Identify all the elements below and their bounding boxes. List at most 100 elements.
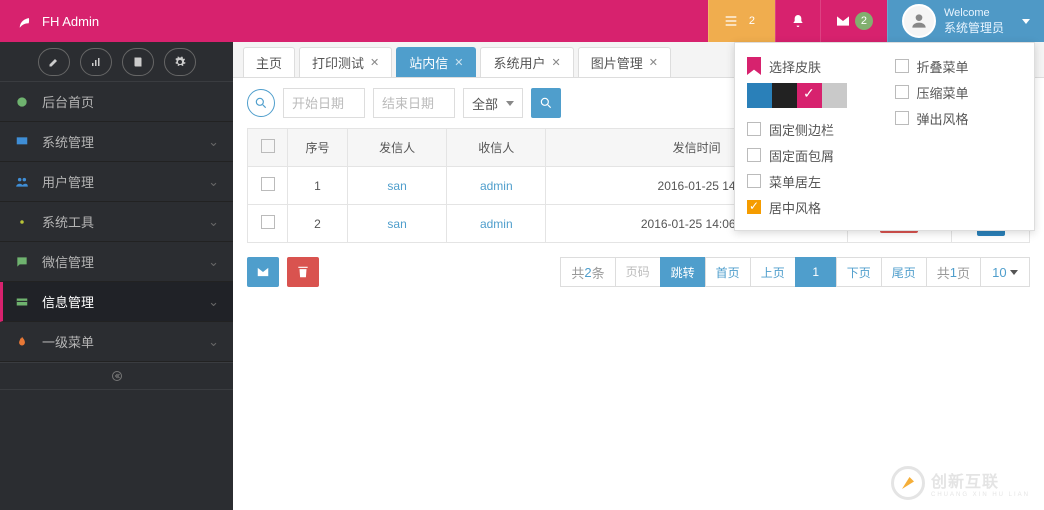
sidebar-item-label: 用户管理 [42,172,94,191]
pager-first[interactable]: 首页 [705,257,751,287]
chevrons-left-icon [105,370,129,382]
sidebar-menu: 后台首页系统管理⌄用户管理⌄系统工具⌄微信管理⌄信息管理⌄一级菜单⌄ [0,82,233,362]
cell-to[interactable]: admin [447,167,546,205]
sidebar-item-label: 一级菜单 [42,332,94,351]
checkbox-icon[interactable] [261,215,275,229]
bell-icon [790,13,806,29]
end-date-input[interactable] [373,88,455,118]
shortcut-stats[interactable] [80,48,112,76]
skin-swatches [747,83,875,108]
tab-3[interactable]: 系统用户✕ [480,47,573,77]
search-button[interactable] [531,88,561,118]
opt-fixed-breadcrumb[interactable]: 固定面包屑 [747,142,875,168]
shortcut-edit[interactable] [38,48,70,76]
chat-icon [14,254,30,270]
sidebar-item-label: 微信管理 [42,252,94,271]
opt-collapse-menu[interactable]: 折叠菜单 [895,53,1023,79]
col-3: 收信人 [447,129,546,167]
sidebar-item-3[interactable]: 系统工具 ⌄ [0,202,233,242]
opt-compact-menu[interactable]: 压缩菜单 [895,79,1023,105]
alerts-button[interactable] [775,0,820,42]
chevron-down-icon: ⌄ [208,254,219,270]
settings-col-left: 选择皮肤 固定侧边栏 固定面包屑 菜单居左 居中风格 [747,53,875,220]
tab-label: 主页 [256,53,282,72]
sidebar-item-label: 信息管理 [42,292,94,311]
tab-label: 打印测试 [312,53,364,72]
sidebar-item-label: 系统工具 [42,212,94,231]
close-icon[interactable]: ✕ [649,56,658,69]
close-icon[interactable]: ✕ [370,56,379,69]
sidebar-item-4[interactable]: 微信管理 ⌄ [0,242,233,282]
cell-from[interactable]: san [348,205,447,243]
tab-label: 站内信 [409,53,448,72]
messages-button[interactable]: 2 [820,0,887,42]
sidebar-item-1[interactable]: 系统管理⌄ [0,122,233,162]
tab-4[interactable]: 图片管理✕ [578,47,671,77]
refresh-button[interactable] [247,89,275,117]
chevron-down-icon: ⌄ [208,174,219,190]
checkbox-icon [747,174,761,188]
checkbox-icon [895,111,909,125]
tasks-button[interactable]: 2 [708,0,775,42]
swatch-blue[interactable] [747,83,772,108]
sidebar-item-label: 后台首页 [42,92,94,111]
avatar [902,4,936,38]
pager-page-input[interactable] [615,257,661,287]
start-date-input[interactable] [283,88,365,118]
checkbox-icon [747,122,761,136]
compose-button[interactable] [247,257,279,287]
chevron-down-icon: ⌄ [208,214,219,230]
chevron-down-icon [1022,19,1030,24]
close-icon[interactable]: ✕ [552,56,561,69]
checkbox-icon[interactable] [261,177,275,191]
tab-2[interactable]: 站内信 ✕ [396,47,476,77]
book-icon [132,56,144,68]
users-icon [14,174,30,190]
cell-from[interactable]: san [348,167,447,205]
gear-icon [174,56,186,68]
shortcut-book[interactable] [122,48,154,76]
sidebar-item-2[interactable]: 用户管理 ⌄ [0,162,233,202]
tab-0[interactable]: 主页 [243,47,295,77]
bookmark-icon [747,57,761,75]
tab-1[interactable]: 打印测试 ✕ [299,47,392,77]
sidebar-item-5[interactable]: 信息管理⌄ [0,282,233,322]
opt-fixed-sidebar[interactable]: 固定侧边栏 [747,116,875,142]
list-icon [723,13,739,29]
chevron-down-icon: ⌄ [208,134,219,150]
desk-icon [14,134,30,150]
cell-no: 1 [288,167,348,205]
sidebar-collapse[interactable] [0,362,233,390]
checkbox-icon [895,85,909,99]
delete-button[interactable] [287,257,319,287]
cell-to[interactable]: admin [447,205,546,243]
pager-jump[interactable]: 跳转 [660,257,706,287]
pager-size-select[interactable]: 10 [980,257,1030,287]
shortcut-settings[interactable] [164,48,196,76]
skin-label: 选择皮肤 [769,57,821,76]
opt-popup-style[interactable]: 弹出风格 [895,105,1023,131]
close-icon[interactable]: ✕ [454,56,463,69]
pager-prev[interactable]: 上页 [750,257,796,287]
envelope-icon [256,265,270,279]
sidebar-item-6[interactable]: 一级菜单⌄ [0,322,233,362]
role-label: 系统管理员 [944,21,1004,35]
settings-popover: 选择皮肤 固定侧边栏 固定面包屑 菜单居左 居中风格 折叠菜单 压缩菜单 弹出风… [734,42,1035,231]
user-menu[interactable]: Welcome 系统管理员 [887,0,1044,42]
opt-menu-left[interactable]: 菜单居左 [747,168,875,194]
checkbox-icon[interactable] [261,139,275,153]
cell-no: 2 [288,205,348,243]
pager-last[interactable]: 尾页 [881,257,927,287]
brand[interactable]: FH Admin [0,12,115,30]
skin-row: 选择皮肤 [747,53,875,79]
pager-current: 1 [795,257,837,287]
swatch-grey[interactable] [822,83,847,108]
footer-bar: 共2条 跳转 首页 上页 1 下页 尾页 共1页 10 [233,243,1044,301]
pager-next[interactable]: 下页 [836,257,882,287]
opt-center-style[interactable]: 居中风格 [747,194,875,220]
swatch-dark[interactable] [772,83,797,108]
swatch-pink[interactable] [797,83,822,108]
filter-select[interactable]: 全部 [463,88,523,118]
sidebar-item-0[interactable]: 后台首页 [0,82,233,122]
welcome-block: Welcome 系统管理员 [944,7,1004,36]
